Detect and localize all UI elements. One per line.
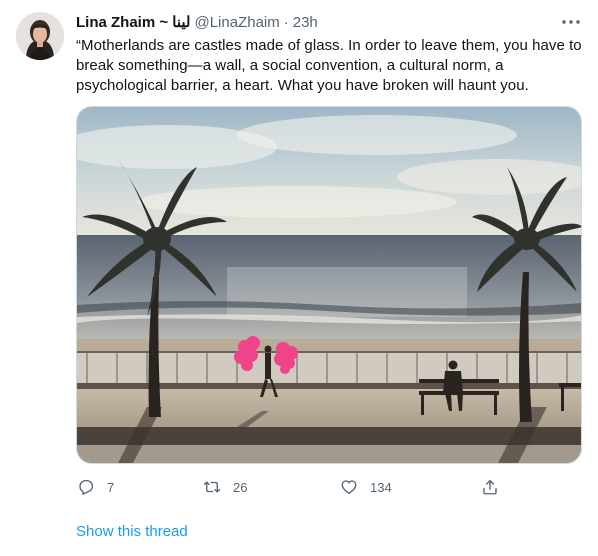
reply-button[interactable]: 7 — [76, 476, 114, 498]
like-button[interactable]: 134 — [339, 476, 392, 498]
retweet-count: 26 — [233, 479, 248, 495]
tweet-photo[interactable] — [76, 106, 582, 464]
share-button[interactable] — [480, 476, 500, 498]
tweet-card[interactable]: Lina Zhaim ~ لينا @LinaZhaim · 23h “Moth… — [0, 0, 598, 556]
reply-count: 7 — [107, 479, 115, 495]
tweet-text-line: break something—a wall, a social convent… — [76, 57, 504, 74]
show-thread-link[interactable]: Show this thread — [76, 523, 188, 540]
user-handle[interactable]: @LinaZhaim — [194, 14, 279, 31]
display-name[interactable]: Lina Zhaim ~ لينا — [76, 13, 190, 31]
tweet-text: “Motherlands are castles made of glass. … — [76, 36, 586, 96]
tweet-text-line: “Motherlands are castles made of glass. … — [76, 37, 582, 54]
separator-dot: · — [283, 13, 289, 31]
retweet-button[interactable]: 26 — [202, 476, 247, 498]
more-dots-icon — [562, 20, 580, 24]
tweet-actions: 7 26 134 — [76, 476, 506, 498]
reply-icon — [76, 477, 96, 497]
heart-icon — [339, 477, 359, 497]
avatar[interactable] — [16, 12, 64, 60]
beach-promenade-photo — [77, 107, 581, 463]
more-options-button[interactable] — [560, 12, 582, 32]
tweet-header: Lina Zhaim ~ لينا @LinaZhaim · 23h — [76, 13, 318, 32]
timestamp[interactable]: 23h — [293, 14, 318, 31]
like-count: 134 — [370, 479, 392, 495]
share-icon — [480, 477, 500, 497]
retweet-icon — [202, 477, 222, 497]
tweet-text-line: psychological barrier, a heart. What you… — [76, 77, 529, 94]
avatar-portrait-image — [16, 12, 64, 60]
